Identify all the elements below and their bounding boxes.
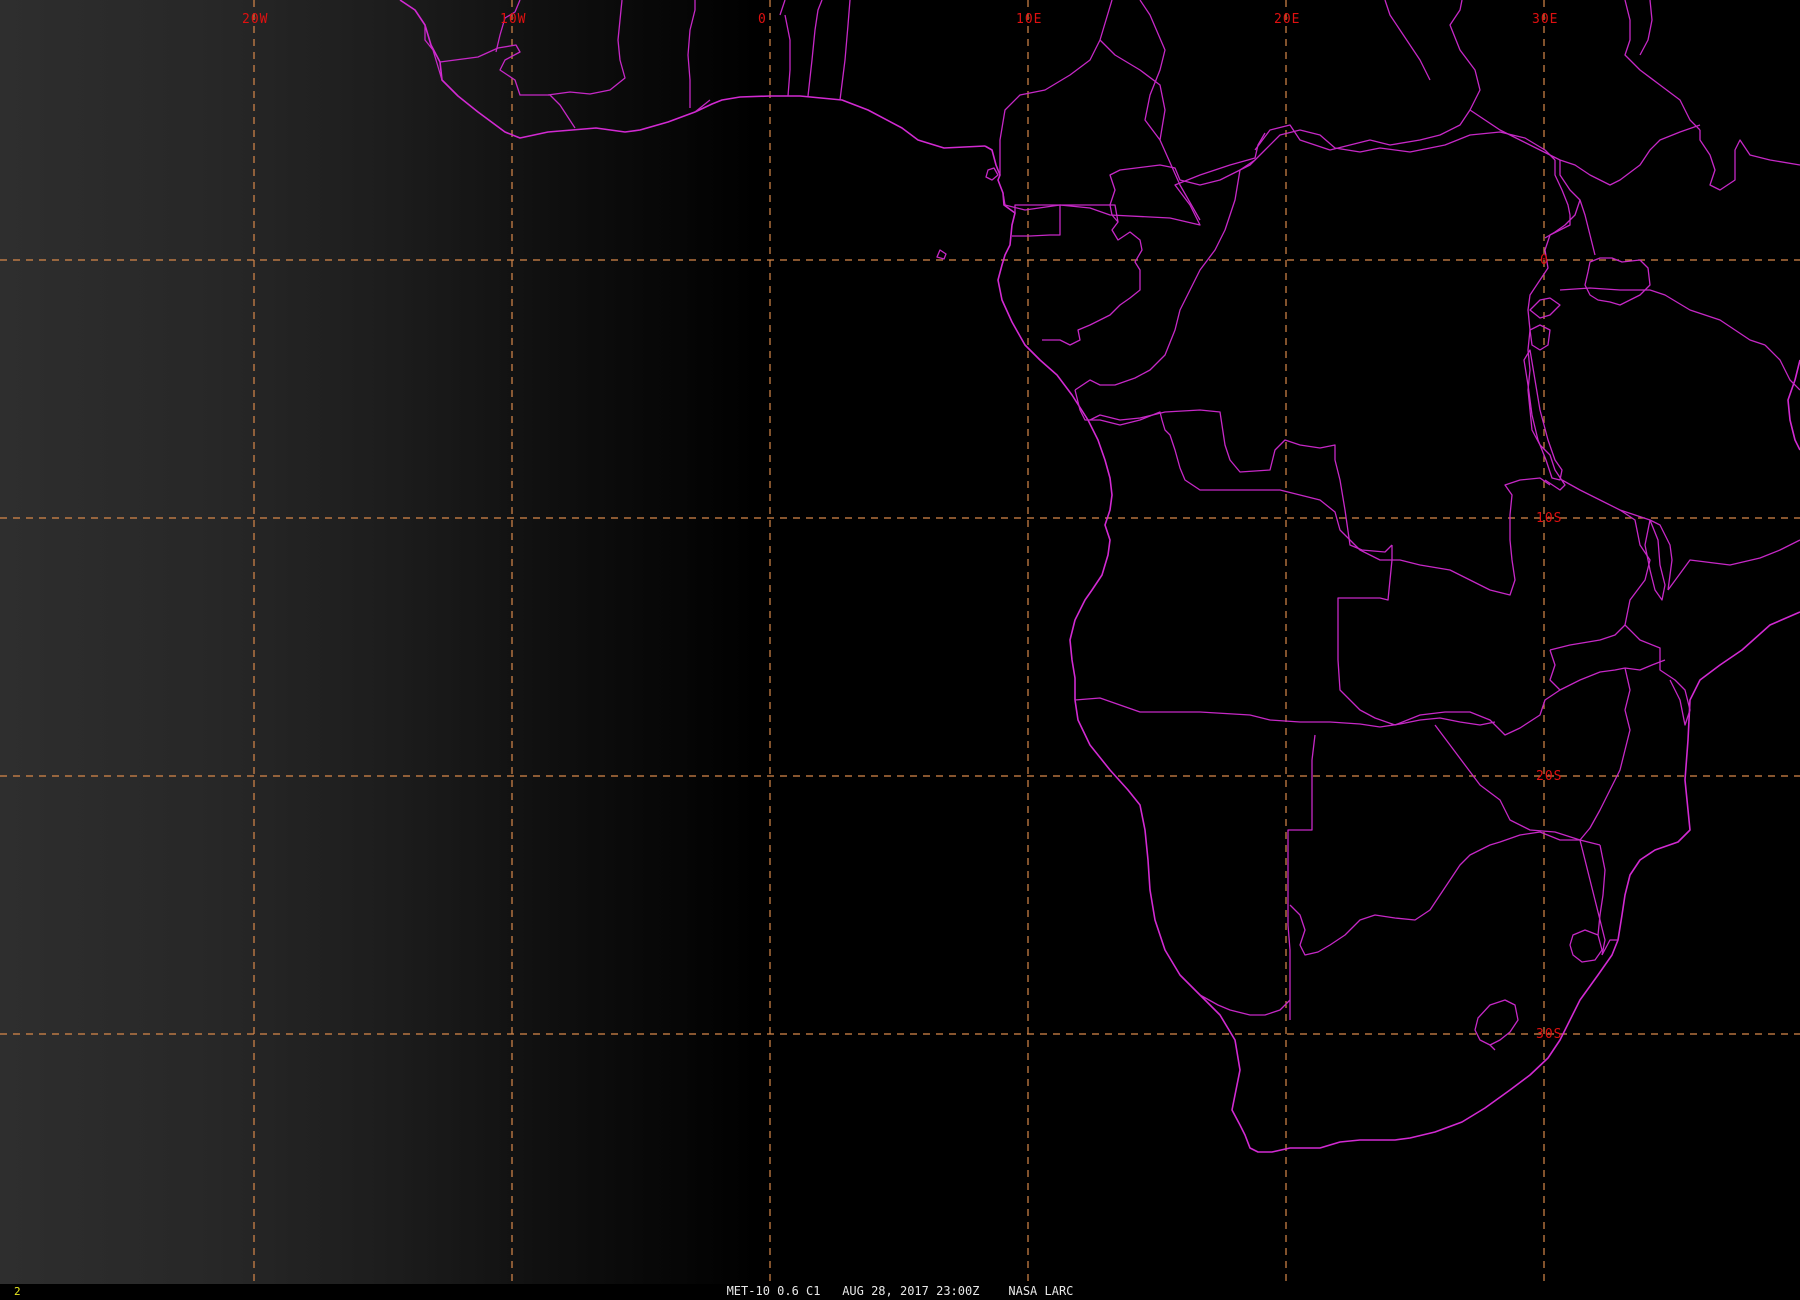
longitude-label: 0 xyxy=(758,12,767,27)
caption-datetime: AUG 28, 2017 23:00Z xyxy=(842,1284,980,1298)
satellite-imagery xyxy=(0,0,1800,1284)
longitude-label: 30E xyxy=(1532,12,1558,27)
satellite-image-viewer: 20W 10W 0 10E 20E 30E 0 10S 20S 30S 2 MET-10 0.6 … xyxy=(0,0,1800,1300)
map-canvas: 20W 10W 0 10E 20E 30E 0 10S 20S 30S xyxy=(0,0,1800,1284)
caption-satellite: MET-10 0.6 C1 xyxy=(726,1284,821,1298)
caption-credit: NASA LARC xyxy=(1008,1284,1074,1298)
longitude-label: 20E xyxy=(1274,12,1300,27)
latitude-label: 0 xyxy=(1540,253,1549,268)
longitude-label: 20W xyxy=(242,12,268,27)
image-caption: MET-10 0.6 C1 AUG 28, 2017 23:00Z NASA L… xyxy=(0,1284,1800,1298)
latitude-label: 30S xyxy=(1536,1027,1562,1042)
longitude-label: 10W xyxy=(500,12,526,27)
latitude-label: 10S xyxy=(1536,511,1562,526)
latitude-label: 20S xyxy=(1536,769,1562,784)
longitude-label: 10E xyxy=(1016,12,1042,27)
